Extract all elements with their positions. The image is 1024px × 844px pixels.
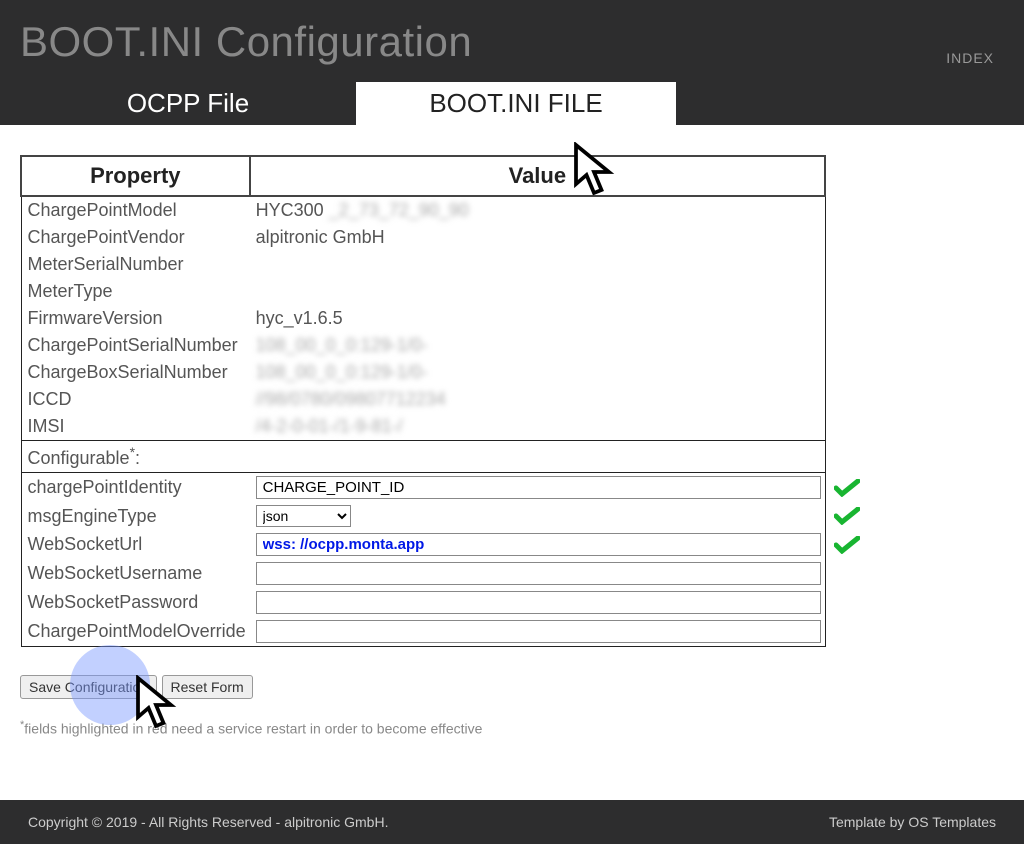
config-table: Property Value ChargePointModel HYC300 _… (20, 155, 826, 647)
check-icon (834, 507, 860, 525)
row-websocketurl: WebSocketUrl (21, 530, 825, 559)
row-meterserialnumber: MeterSerialNumber (21, 251, 825, 278)
footer: Copyright © 2019 - All Rights Reserved -… (0, 800, 1024, 844)
save-configuration-button[interactable]: Save Configuration (20, 675, 157, 699)
tab-ocpp-file[interactable]: OCPP File (20, 82, 356, 125)
row-chargeboxserialnumber: ChargeBoxSerialNumber 108_00_0_0:129-1/0… (21, 359, 825, 386)
tab-bootini-file[interactable]: BOOT.INI FILE (356, 82, 676, 125)
page-title: BOOT.INI Configuration (20, 18, 994, 74)
main-content: Property Value ChargePointModel HYC300 _… (0, 125, 1024, 747)
button-row: Save Configuration Reset Form (20, 675, 1004, 699)
check-icon (834, 479, 860, 497)
row-firmwareversion: FirmwareVersion hyc_v1.6.5 (21, 305, 825, 332)
websocketpassword-input[interactable] (256, 591, 821, 614)
hint-text: *fields highlighted in red need a servic… (20, 719, 1004, 737)
row-chargepointserialnumber: ChargePointSerialNumber 108_00_0_0:129-1… (21, 332, 825, 359)
msgenginetype-select[interactable]: json (256, 505, 351, 527)
check-icon (834, 536, 860, 554)
col-value: Value (250, 156, 826, 196)
footer-template: Template by OS Templates (829, 814, 996, 830)
reset-form-button[interactable]: Reset Form (162, 675, 253, 699)
row-iccd: ICCD //98/0780/09807712234 (21, 386, 825, 413)
row-msgenginetype: msgEngineType json (21, 502, 825, 530)
row-chargepointvendor: ChargePointVendor alpitronic GmbH (21, 224, 825, 251)
row-websocketpassword: WebSocketPassword (21, 588, 825, 617)
os-templates-link[interactable]: OS Templates (908, 814, 996, 830)
row-imsi: IMSI /4-2-0-01-/1-9-81-/ (21, 413, 825, 441)
row-metertype: MeterType (21, 278, 825, 305)
row-chargepointmodeloverride: ChargePointModelOverride (21, 617, 825, 647)
col-property: Property (21, 156, 250, 196)
row-websocketusername: WebSocketUsername (21, 559, 825, 588)
header: BOOT.INI Configuration INDEX OCPP File B… (0, 0, 1024, 125)
chargepointidentity-input[interactable] (256, 476, 821, 499)
chargepointmodeloverride-input[interactable] (256, 620, 821, 643)
tabs: OCPP File BOOT.INI FILE (20, 82, 994, 125)
row-chargepointmodel: ChargePointModel HYC300 _2_73_72_90_90 (21, 196, 825, 224)
index-link[interactable]: INDEX (946, 50, 994, 66)
websocketusername-input[interactable] (256, 562, 821, 585)
row-chargepointidentity: chargePointIdentity (21, 473, 825, 503)
websocketurl-input[interactable] (256, 533, 821, 556)
configurable-section-header: Configurable*: (21, 441, 825, 473)
footer-copyright: Copyright © 2019 - All Rights Reserved -… (28, 814, 388, 830)
